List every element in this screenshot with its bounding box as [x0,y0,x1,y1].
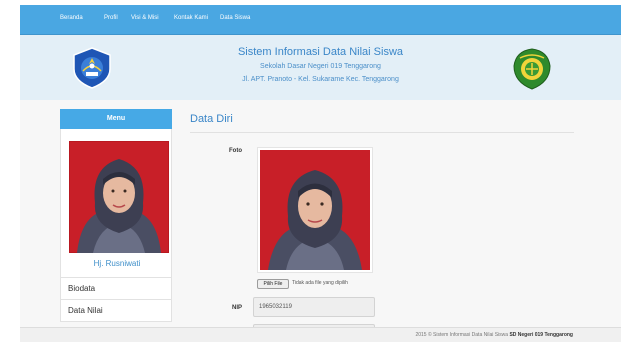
sidebar-user-photo [68,140,170,254]
nip-input[interactable]: 1965032119 [253,297,375,317]
page-title: Data Diri [190,113,233,125]
nav-kontak-kami[interactable]: Kontak Kami [174,15,208,21]
footer-copyright: 2015 © Sistem Informasi Data Nilai Siswa… [415,332,573,338]
sidebar-item-data-nilai[interactable]: Data Nilai [60,300,172,322]
nav-profil[interactable]: Profil [104,15,118,21]
top-navbar: Beranda Profil Visi & Misi Kontak Kami D… [20,5,621,35]
site-footer: 2015 © Sistem Informasi Data Nilai Siswa… [20,327,621,342]
nip-label: NIP [231,305,242,311]
kutai-kartanegara-logo-icon [512,48,552,90]
sidebar-item-biodata[interactable]: Biodata [60,278,172,300]
sidebar-profile-card: Hj. Rusniwati [60,129,172,278]
nav-data-siswa[interactable]: Data Siswa [220,15,250,21]
title-divider [190,132,574,133]
footer-school-name: SD Negeri 019 Tenggarong [509,332,573,338]
choose-file-button[interactable]: Pilih File [257,279,289,289]
site-header: Sistem Informasi Data Nilai Siswa Sekola… [20,35,621,100]
footer-copyright-text: 2015 © Sistem Informasi Data Nilai Siswa [415,332,509,338]
file-status-text: Tidak ada file yang dipilih [292,280,348,286]
foto-label: Foto [229,148,242,154]
sidebar-menu-header: Menu [60,109,172,129]
sidebar-user-name: Hj. Rusniwati [93,259,141,268]
nav-beranda[interactable]: Beranda [60,15,83,21]
nav-visi-misi[interactable]: Visi & Misi [131,15,159,21]
profile-photo [257,147,373,273]
page: Beranda Profil Visi & Misi Kontak Kami D… [20,5,621,342]
